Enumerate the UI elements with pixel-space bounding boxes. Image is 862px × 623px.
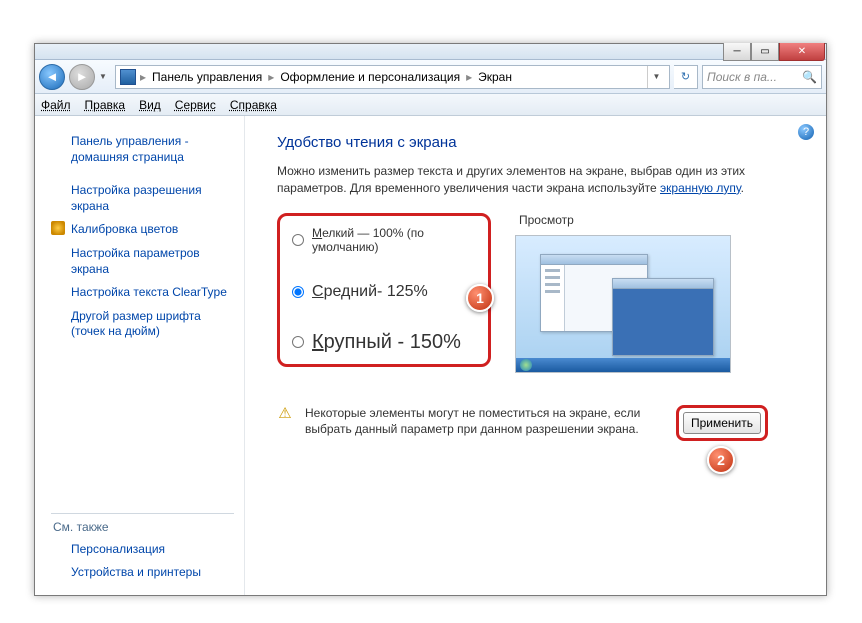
see-also-label: См. также: [51, 520, 234, 534]
sidebar-home[interactable]: Панель управления - домашняя страница: [51, 130, 234, 169]
radio-medium[interactable]: Средний- 125%: [292, 283, 476, 301]
apply-wrap: Применить 2: [676, 405, 768, 441]
forward-button[interactable]: ►: [69, 64, 95, 90]
titlebar: ─ ▭ ✕: [35, 44, 826, 60]
window-controls: ─ ▭ ✕: [723, 43, 825, 61]
breadcrumb-control-panel[interactable]: Панель управления: [150, 70, 264, 84]
warning-icon: ⚠: [277, 405, 293, 421]
sidebar-dpi[interactable]: Другой размер шрифта (точек на дюйм): [51, 305, 234, 344]
breadcrumb-display[interactable]: Экран: [476, 70, 514, 84]
magnifier-link[interactable]: экранную лупу: [660, 181, 741, 195]
callout-1: 1: [466, 284, 494, 312]
preview-window-2: [612, 278, 714, 356]
search-input[interactable]: Поиск в па... 🔍: [702, 65, 822, 89]
apply-highlight: Применить 2: [676, 405, 768, 441]
sidebar-calibrate[interactable]: Калибровка цветов: [51, 218, 234, 242]
sidebar-devices[interactable]: Устройства и принтеры: [51, 561, 234, 585]
radio-medium-label: Средний- 125%: [312, 283, 428, 301]
breadcrumb-dropdown[interactable]: ▼: [647, 66, 665, 88]
page-description: Можно изменить размер текста и других эл…: [277, 163, 800, 197]
preview-label: Просмотр: [519, 213, 800, 227]
control-panel-icon: [120, 69, 136, 85]
apply-button[interactable]: Применить: [683, 412, 761, 434]
close-button[interactable]: ✕: [779, 43, 825, 61]
minimize-button[interactable]: ─: [723, 43, 751, 61]
control-panel-window: ─ ▭ ✕ ◄ ► ▼ ▸ Панель управления ▸ Оформл…: [34, 43, 827, 596]
radio-small[interactable]: Мелкий — 100% (по умолчанию): [292, 226, 476, 254]
callout-2: 2: [707, 446, 735, 474]
preview-image: [515, 235, 731, 373]
sidebar-display-params[interactable]: Настройка параметров экрана: [51, 242, 234, 281]
back-button[interactable]: ◄: [39, 64, 65, 90]
radio-large-input[interactable]: [292, 336, 304, 348]
chevron-right-icon[interactable]: ▸: [266, 70, 276, 84]
sidebar-personalization[interactable]: Персонализация: [51, 538, 234, 562]
help-icon[interactable]: ?: [798, 124, 814, 140]
menu-tools[interactable]: Сервис: [175, 98, 216, 112]
breadcrumb: ▸ Панель управления ▸ Оформление и персо…: [115, 65, 670, 89]
radio-large-label: Крупный - 150%: [312, 331, 461, 354]
chevron-right-icon[interactable]: ▸: [138, 70, 148, 84]
radio-small-label: Мелкий — 100% (по умолчанию): [312, 226, 476, 254]
menu-edit[interactable]: Правка: [85, 98, 126, 112]
options-row: Мелкий — 100% (по умолчанию) Средний- 12…: [277, 213, 800, 373]
search-placeholder: Поиск в па...: [707, 70, 777, 84]
menu-view[interactable]: Вид: [139, 98, 161, 112]
desc-end: .: [741, 181, 744, 195]
nav-bar: ◄ ► ▼ ▸ Панель управления ▸ Оформление и…: [35, 60, 826, 94]
preview-column: Просмотр: [515, 213, 800, 373]
maximize-button[interactable]: ▭: [751, 43, 779, 61]
sidebar-resolution[interactable]: Настройка разрешения экрана: [51, 179, 234, 218]
radio-large[interactable]: Крупный - 150%: [292, 331, 476, 354]
breadcrumb-appearance[interactable]: Оформление и персонализация: [278, 70, 462, 84]
sidebar-cleartype[interactable]: Настройка текста ClearType: [51, 281, 234, 305]
content: Панель управления - домашняя страница На…: [35, 116, 826, 595]
refresh-button[interactable]: ↻: [674, 65, 698, 89]
radio-medium-input[interactable]: [292, 286, 304, 298]
menu-bar: Файл Правка Вид Сервис Справка: [35, 94, 826, 116]
sidebar: Панель управления - домашняя страница На…: [35, 116, 245, 595]
preview-taskbar: [516, 358, 730, 372]
main-panel: ? Удобство чтения с экрана Можно изменит…: [245, 116, 826, 595]
menu-help[interactable]: Справка: [230, 98, 277, 112]
chevron-right-icon[interactable]: ▸: [464, 70, 474, 84]
radio-small-input[interactable]: [292, 234, 304, 246]
warning-row: ⚠ Некоторые элементы могут не поместитьс…: [277, 405, 800, 439]
search-icon: 🔍: [802, 70, 817, 84]
warning-text: Некоторые элементы могут не поместиться …: [305, 405, 665, 439]
menu-file[interactable]: Файл: [41, 98, 71, 112]
preview-start-icon: [520, 359, 532, 371]
size-radio-group: Мелкий — 100% (по умолчанию) Средний- 12…: [277, 213, 491, 367]
history-dropdown[interactable]: ▼: [99, 67, 111, 87]
divider: [51, 513, 234, 514]
page-title: Удобство чтения с экрана: [277, 134, 800, 151]
